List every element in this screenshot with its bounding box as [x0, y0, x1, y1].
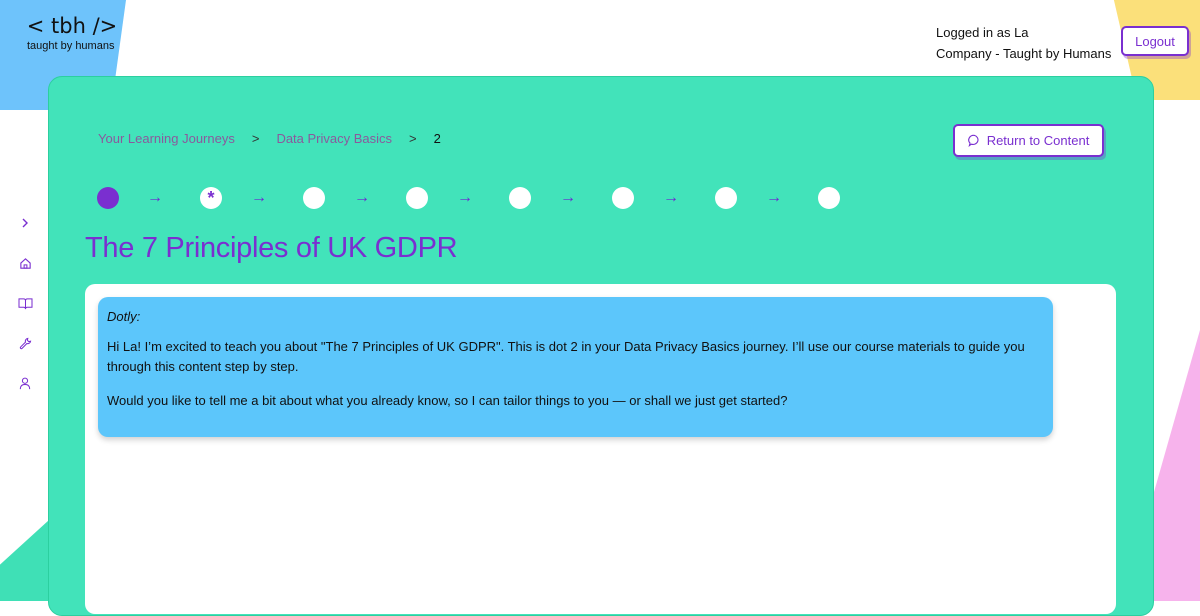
- breadcrumb-separator: >: [409, 131, 417, 146]
- user-icon[interactable]: [14, 372, 36, 394]
- progress-dot-4[interactable]: [406, 187, 428, 209]
- breadcrumb: Your Learning Journeys > Data Privacy Ba…: [98, 131, 441, 146]
- logged-in-text: Logged in as La: [936, 25, 1029, 40]
- progress-arrow: →: [766, 189, 782, 206]
- logo[interactable]: < tbh /> taught by humans: [27, 14, 127, 52]
- current-dot-symbol: *: [207, 187, 215, 208]
- sidebar: [14, 212, 36, 412]
- message-paragraph-1: Hi La! I’m excited to teach you about "T…: [107, 339, 1025, 374]
- logout-button[interactable]: Logout: [1121, 26, 1189, 56]
- chat-area: Dotly: Hi La! I’m excited to teach you a…: [85, 284, 1116, 614]
- chat-bubble-icon: [967, 134, 979, 147]
- return-to-content-button[interactable]: Return to Content: [953, 124, 1104, 157]
- home-icon[interactable]: [14, 252, 36, 274]
- breadcrumb-data-privacy-basics[interactable]: Data Privacy Basics: [276, 131, 392, 146]
- progress-dot-2-current[interactable]: *: [200, 187, 222, 209]
- message-paragraph-2: Would you like to tell me a bit about wh…: [107, 393, 788, 408]
- message-speaker: Dotly:: [107, 309, 141, 324]
- wrench-icon[interactable]: [14, 332, 36, 354]
- assistant-message-bubble: Dotly: Hi La! I’m excited to teach you a…: [98, 297, 1053, 437]
- company-text: Company - Taught by Humans: [936, 46, 1112, 61]
- progress-arrow: →: [457, 189, 473, 206]
- progress-dot-6[interactable]: [612, 187, 634, 209]
- progress-arrow: →: [560, 189, 576, 206]
- book-icon[interactable]: [14, 292, 36, 314]
- progress-dot-3[interactable]: [303, 187, 325, 209]
- chevron-right-icon[interactable]: [14, 212, 36, 234]
- progress-arrow: →: [663, 189, 679, 206]
- progress-dot-1[interactable]: [97, 187, 119, 209]
- progress-arrow: →: [251, 189, 267, 206]
- progress-dot-7[interactable]: [715, 187, 737, 209]
- breadcrumb-separator: >: [251, 131, 260, 146]
- progress-arrow: →: [354, 189, 370, 206]
- user-info: Logged in as La Company - Taught by Huma…: [936, 22, 1111, 64]
- progress-dot-8[interactable]: [818, 187, 840, 209]
- breadcrumb-learning-journeys[interactable]: Your Learning Journeys: [98, 131, 235, 146]
- return-to-content-label: Return to Content: [986, 133, 1090, 148]
- page-title: The 7 Principles of UK GDPR: [85, 232, 458, 264]
- breadcrumb-current: 2: [433, 131, 441, 146]
- logo-tagline: taught by humans: [27, 40, 115, 52]
- progress-arrow: →: [147, 189, 163, 206]
- logo-mark: < tbh />: [26, 14, 118, 38]
- progress-dot-5[interactable]: [509, 187, 531, 209]
